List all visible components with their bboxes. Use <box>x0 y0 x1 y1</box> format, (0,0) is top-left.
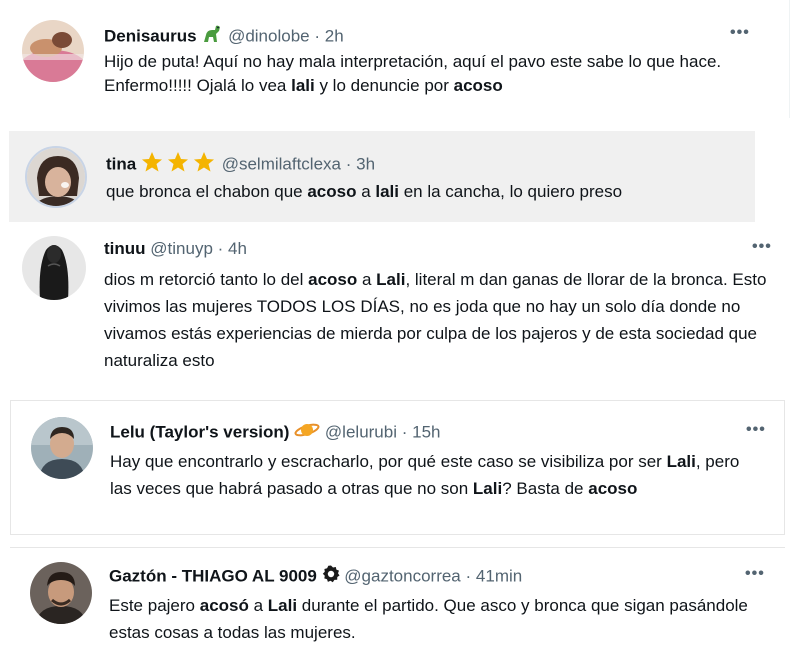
orange-planet-emoji-icon <box>294 421 320 445</box>
text-segment: a <box>356 182 376 201</box>
more-options-icon[interactable]: ••• <box>730 24 750 42</box>
tweet-text: que bronca el chabon que acoso a lali en… <box>106 180 746 204</box>
text-segment: Este pajero <box>109 596 200 615</box>
highlighted-keyword: lali <box>291 76 315 95</box>
tweet-card[interactable]: tinuu @tinuyp · 4h ••• dios m retorció t… <box>0 228 790 378</box>
star-emoji-icon <box>141 151 217 179</box>
text-segment: ? Basta de <box>502 479 589 498</box>
user-handle[interactable]: @gaztoncorrea <box>344 566 461 585</box>
text-segment: a <box>357 270 377 289</box>
user-handle[interactable]: @dinolobe <box>228 26 310 45</box>
tweet-header: tinuu @tinuyp · 4h <box>104 238 247 260</box>
separator-dot: · <box>217 239 224 258</box>
avatar[interactable] <box>30 562 92 624</box>
highlighted-keyword: Lali <box>666 452 696 471</box>
tweet-header: tina @selmilaftclexa · 3h <box>106 151 375 179</box>
display-name[interactable]: Lelu (Taylor's version) <box>110 422 289 441</box>
separator-dot: · <box>314 26 321 46</box>
text-segment: dios m retorció tanto lo del <box>104 270 309 289</box>
verified-gear-icon <box>322 565 340 589</box>
timestamp[interactable]: 2h <box>325 26 344 45</box>
tweet-header: Denisaurus @dinolobe · 2h <box>104 24 344 50</box>
timestamp[interactable]: 4h <box>228 239 247 258</box>
tweet-card[interactable]: Lelu (Taylor's version) @lelurubi · 15h … <box>10 400 785 535</box>
tweet-text: dios m retorció tanto lo del acoso a Lal… <box>104 266 782 374</box>
user-handle[interactable]: @tinuyp <box>150 239 213 258</box>
more-options-icon[interactable]: ••• <box>745 565 765 583</box>
avatar[interactable] <box>25 146 87 208</box>
separator-dot: · <box>465 566 472 586</box>
avatar[interactable] <box>22 20 84 82</box>
highlighted-keyword: acosó <box>199 596 249 615</box>
timestamp[interactable]: 15h <box>412 422 440 441</box>
display-name[interactable]: tinuu <box>104 239 146 258</box>
dinosaur-emoji-icon <box>201 24 223 50</box>
user-handle[interactable]: @selmilaftclexa <box>222 154 341 173</box>
text-segment: en la cancha, lo quiero preso <box>399 182 623 201</box>
tweet-header: Gaztón - THIAGO AL 9009 @gaztoncorrea · … <box>109 565 522 589</box>
avatar[interactable] <box>31 417 93 479</box>
separator-dot: · <box>345 154 352 174</box>
highlighted-keyword: acoso <box>308 270 358 289</box>
timestamp[interactable]: 41min <box>476 566 522 585</box>
text-segment: que bronca el chabon que <box>106 182 308 201</box>
highlighted-keyword: lali <box>375 182 399 201</box>
text-segment: Hay que encontrarlo y escracharlo, por q… <box>110 452 667 471</box>
highlighted-keyword: Lali <box>267 596 298 615</box>
more-options-icon[interactable]: ••• <box>752 238 772 256</box>
more-options-icon[interactable]: ••• <box>746 421 766 439</box>
tweet-card[interactable]: tina @selmilaftclexa · 3h que bronca el … <box>9 131 755 222</box>
timestamp[interactable]: 3h <box>356 154 375 173</box>
tweet-text: Hijo de puta! Aquí no hay mala interpret… <box>104 50 764 98</box>
highlighted-keyword: Lali <box>472 479 503 498</box>
highlighted-keyword: acoso <box>307 182 357 201</box>
highlighted-keyword: acoso <box>453 76 503 95</box>
display-name[interactable]: tina <box>106 154 136 173</box>
text-segment: a <box>248 596 268 615</box>
text-segment: y lo denuncie por <box>314 76 454 95</box>
tweet-text: Este pajero acosó a Lali durante el part… <box>109 592 759 646</box>
tweet-card[interactable]: Gaztón - THIAGO AL 9009 @gaztoncorrea · … <box>10 547 785 653</box>
highlighted-keyword: acoso <box>588 479 638 498</box>
display-name[interactable]: Denisaurus <box>104 26 197 45</box>
display-name[interactable]: Gaztón - THIAGO AL 9009 <box>109 566 317 585</box>
avatar[interactable] <box>22 236 86 300</box>
tweet-card[interactable]: Denisaurus @dinolobe · 2h ••• Hijo de pu… <box>0 0 790 118</box>
highlighted-keyword: Lali <box>376 270 406 289</box>
separator-dot: · <box>401 422 408 442</box>
user-handle[interactable]: @lelurubi <box>325 422 397 441</box>
tweet-header: Lelu (Taylor's version) @lelurubi · 15h <box>110 421 441 445</box>
tweet-text: Hay que encontrarlo y escracharlo, por q… <box>110 448 760 502</box>
